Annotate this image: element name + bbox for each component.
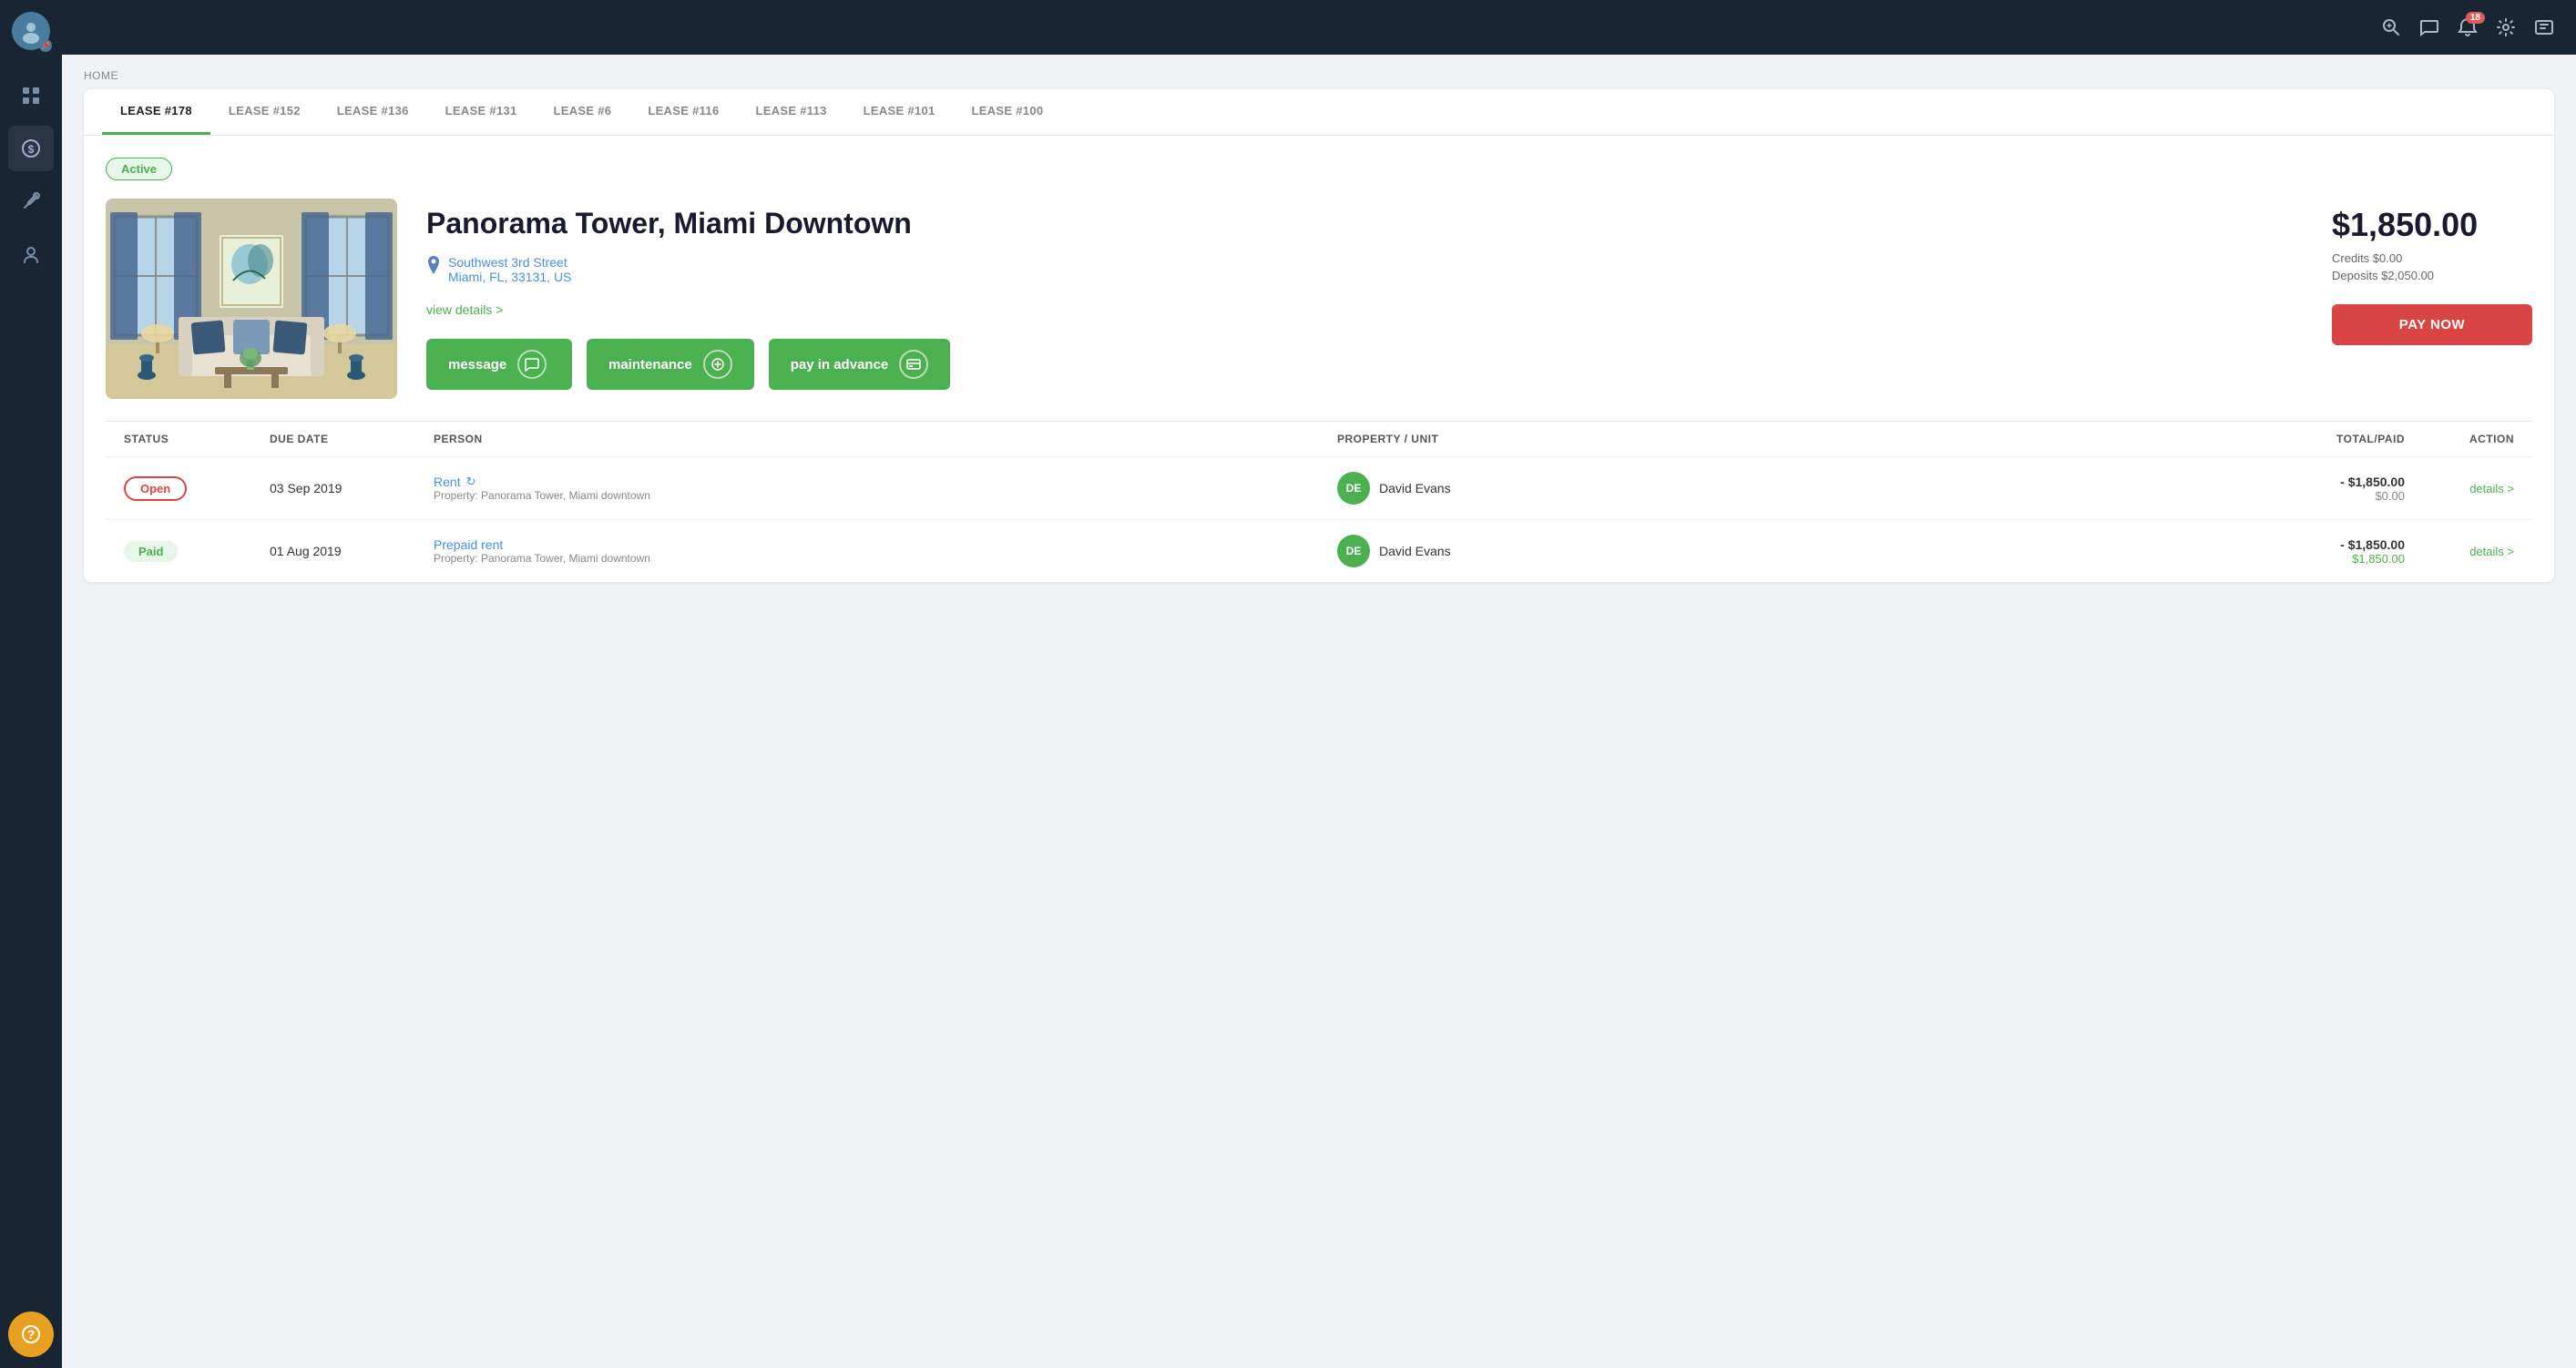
- address-text: Southwest 3rd Street Miami, FL, 33131, U…: [448, 255, 571, 284]
- row2-person-avatar: DE: [1337, 535, 1370, 567]
- deposits-line: Deposits $2,050.00: [2332, 269, 2532, 282]
- tab-lease-101[interactable]: LEASE #101: [845, 89, 954, 135]
- content-area: HOME LEASE #178 LEASE #152 LEASE #136 LE…: [62, 55, 2576, 1368]
- row1-amount: - $1,850.00 $0.00: [2241, 475, 2405, 503]
- sidebar-item-payments[interactable]: $: [8, 126, 54, 171]
- row2-person: DE David Evans: [1337, 535, 2241, 567]
- sidebar-navigation: $: [8, 62, 54, 1301]
- tab-lease-178[interactable]: LEASE #178: [102, 89, 210, 135]
- credits-line: Credits $0.00: [2332, 251, 2532, 265]
- row2-person-name: David Evans: [1379, 544, 1451, 558]
- row2-charge-sub: Property: Panorama Tower, Miami downtown: [434, 552, 1337, 565]
- user-profile-icon[interactable]: [2534, 17, 2554, 37]
- sidebar-avatar: 📌: [0, 0, 62, 62]
- search-icon[interactable]: [2381, 17, 2401, 37]
- table-row: Paid 01 Aug 2019 Prepaid rent Property: …: [106, 519, 2532, 582]
- property-name: Panorama Tower, Miami Downtown: [426, 206, 2303, 240]
- refresh-icon: ↻: [466, 475, 476, 489]
- settings-icon[interactable]: [2496, 17, 2516, 37]
- tab-lease-152[interactable]: LEASE #152: [210, 89, 319, 135]
- sidebar-bottom: ?: [8, 1301, 54, 1368]
- col-total: TOTAL/PAID: [2241, 433, 2405, 445]
- table-header: STATUS DUE DATE PERSON PROPERTY / UNIT T…: [106, 421, 2532, 456]
- svg-text:$: $: [28, 143, 35, 156]
- lease-details: Active: [84, 136, 2554, 421]
- svg-text:?: ?: [27, 1327, 36, 1342]
- message-button-icon: [517, 350, 547, 379]
- sidebar-item-tenants[interactable]: [8, 231, 54, 277]
- row1-status: Open: [124, 476, 270, 501]
- row1-total: - $1,850.00: [2241, 475, 2405, 489]
- row1-charge-sub: Property: Panorama Tower, Miami downtown: [434, 489, 1337, 502]
- sidebar-item-maintenance[interactable]: [8, 179, 54, 224]
- main-content: 18 HOME LEASE #178 LEASE #152 LEASE #136: [62, 0, 2576, 1368]
- tab-lease-136[interactable]: LEASE #136: [319, 89, 427, 135]
- row2-paid: $1,850.00: [2241, 552, 2405, 566]
- payments-table: STATUS DUE DATE PERSON PROPERTY / UNIT T…: [106, 421, 2532, 582]
- tab-lease-100[interactable]: LEASE #100: [954, 89, 1062, 135]
- row1-person-avatar: DE: [1337, 472, 1370, 505]
- row2-status: Paid: [124, 541, 270, 562]
- row1-paid: $0.00: [2241, 489, 2405, 503]
- support-button[interactable]: ?: [8, 1312, 54, 1357]
- tab-lease-116[interactable]: LEASE #116: [629, 89, 737, 135]
- status-badge: Active: [106, 158, 172, 180]
- pay-in-advance-button[interactable]: pay in advance: [769, 339, 951, 390]
- col-action: ACTION: [2405, 433, 2514, 445]
- messages-icon[interactable]: [2419, 17, 2439, 37]
- pin-icon: 📌: [39, 39, 52, 52]
- col-status: STATUS: [124, 433, 270, 445]
- location-pin-icon: [426, 256, 441, 279]
- property-address: Southwest 3rd Street Miami, FL, 33131, U…: [426, 255, 2303, 284]
- row1-details-link[interactable]: details >: [2405, 482, 2514, 495]
- row2-charge-link[interactable]: Prepaid rent: [434, 537, 1337, 552]
- pay-in-advance-button-icon: [899, 350, 928, 379]
- topbar: 18: [62, 0, 2576, 55]
- row2-due-date: 01 Aug 2019: [270, 544, 434, 558]
- col-due-date: DUE DATE: [270, 433, 434, 445]
- tab-lease-113[interactable]: LEASE #113: [737, 89, 844, 135]
- lease-card: LEASE #178 LEASE #152 LEASE #136 LEASE #…: [84, 89, 2554, 582]
- maintenance-button-icon: [703, 350, 732, 379]
- sidebar-item-dashboard[interactable]: [8, 73, 54, 118]
- table-row: Open 03 Sep 2019 Rent ↻ Property: Panora…: [106, 456, 2532, 519]
- message-button[interactable]: message: [426, 339, 572, 390]
- sidebar: 📌 $: [0, 0, 62, 1368]
- tab-lease-131[interactable]: LEASE #131: [427, 89, 536, 135]
- property-row: Panorama Tower, Miami Downtown Southwest…: [106, 199, 2532, 399]
- view-details-link[interactable]: view details >: [426, 302, 2303, 317]
- row1-charge-link[interactable]: Rent ↻: [434, 475, 1337, 489]
- status-open-badge: Open: [124, 476, 187, 501]
- notification-count: 18: [2466, 12, 2485, 24]
- property-info: Panorama Tower, Miami Downtown Southwest…: [426, 199, 2303, 390]
- col-property: PROPERTY / UNIT: [1337, 433, 2241, 445]
- breadcrumb: HOME: [62, 55, 2576, 89]
- pay-now-button[interactable]: PAY NOW: [2332, 304, 2532, 345]
- notification-bell-icon[interactable]: 18: [2458, 17, 2478, 37]
- lease-tabs: LEASE #178 LEASE #152 LEASE #136 LEASE #…: [84, 89, 2554, 136]
- row2-details-link[interactable]: details >: [2405, 545, 2514, 558]
- row1-person-name: David Evans: [1379, 481, 1451, 495]
- status-paid-badge: Paid: [124, 541, 178, 562]
- user-avatar[interactable]: 📌: [12, 12, 50, 50]
- col-person: PERSON: [434, 433, 1337, 445]
- row2-charge: Prepaid rent Property: Panorama Tower, M…: [434, 537, 1337, 565]
- row2-amount: - $1,850.00 $1,850.00: [2241, 537, 2405, 566]
- action-buttons: message maintenance: [426, 339, 2303, 390]
- payment-amount: $1,850.00: [2332, 206, 2532, 244]
- tab-lease-6[interactable]: LEASE #6: [536, 89, 630, 135]
- maintenance-button[interactable]: maintenance: [587, 339, 754, 390]
- row1-due-date: 03 Sep 2019: [270, 481, 434, 495]
- row1-person: DE David Evans: [1337, 472, 2241, 505]
- payment-info: $1,850.00 Credits $0.00 Deposits $2,050.…: [2332, 199, 2532, 352]
- row2-total: - $1,850.00: [2241, 537, 2405, 552]
- row1-charge: Rent ↻ Property: Panorama Tower, Miami d…: [434, 475, 1337, 502]
- property-image: [106, 199, 397, 399]
